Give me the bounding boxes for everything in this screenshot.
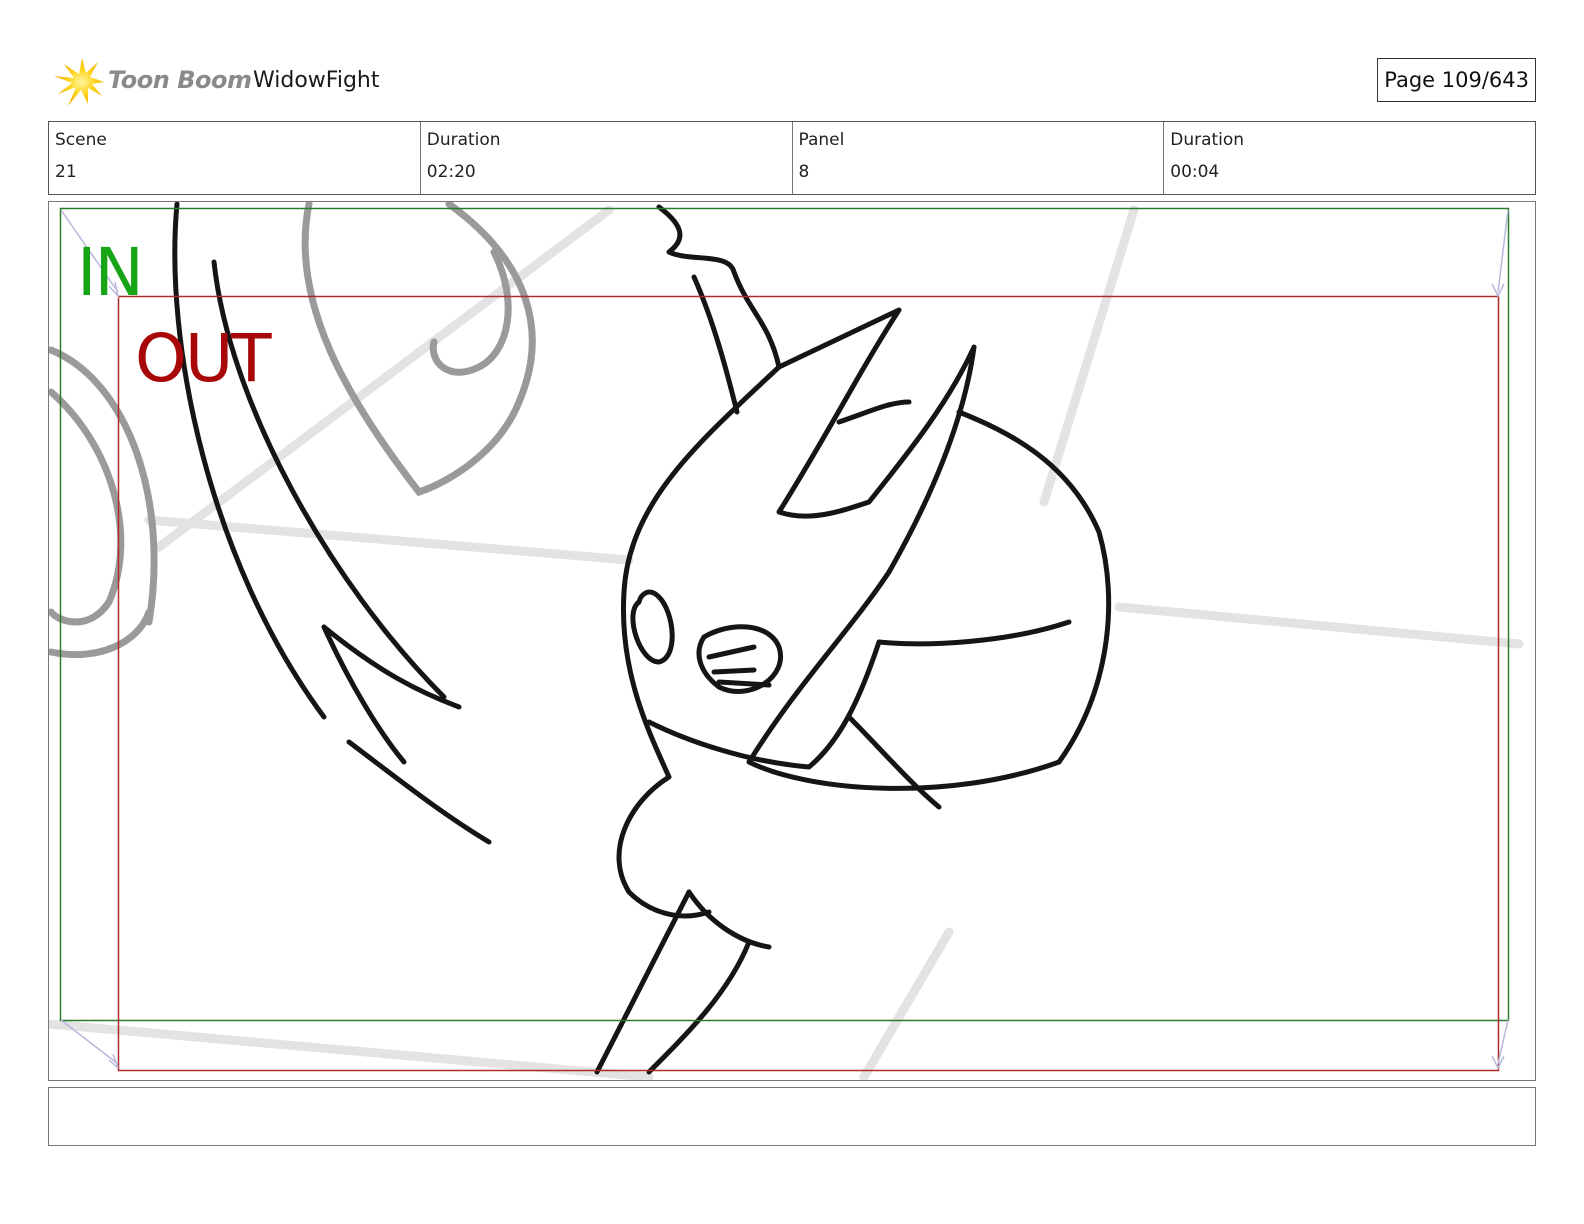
scene-label: Scene [55,130,107,150]
in-field-label: IN [77,234,144,311]
panel-duration-value: 00:04 [1170,162,1220,182]
panel-cell: Panel 8 [793,122,1165,194]
in-field-frame [59,207,1510,1022]
project-title: WidowFight [253,68,380,93]
camera-move-arrows [60,209,1509,1070]
scene-duration-label: Duration [426,130,501,150]
scene-value: 21 [55,162,77,182]
storyboard-panel: IN OUT [48,201,1536,1081]
panel-drawing [49,202,1524,1080]
character-sketch [172,202,1112,1075]
panel-info-table: Scene 21 Duration 02:20 Panel 8 Duration… [48,121,1536,195]
scene-duration-cell: Duration 02:20 [421,122,793,194]
out-field-label: OUT [135,320,272,397]
panel-duration-cell: Duration 00:04 [1164,122,1535,194]
starburst-icon [54,58,104,106]
page-header: Toon Boom WidowFight Page 109/643 [48,54,1536,110]
out-field-frame [117,295,1500,1072]
panel-duration-label: Duration [1170,130,1245,150]
page-counter: Page 109/643 [1377,58,1536,102]
scene-cell: Scene 21 [49,122,421,194]
panel-label: Panel [798,130,845,150]
toon-boom-logo: Toon Boom [52,54,252,110]
scene-duration-value: 02:20 [426,162,476,182]
brand-name: Toon Boom [108,66,252,94]
panel-notes-box [48,1087,1536,1146]
panel-value: 8 [798,162,810,182]
